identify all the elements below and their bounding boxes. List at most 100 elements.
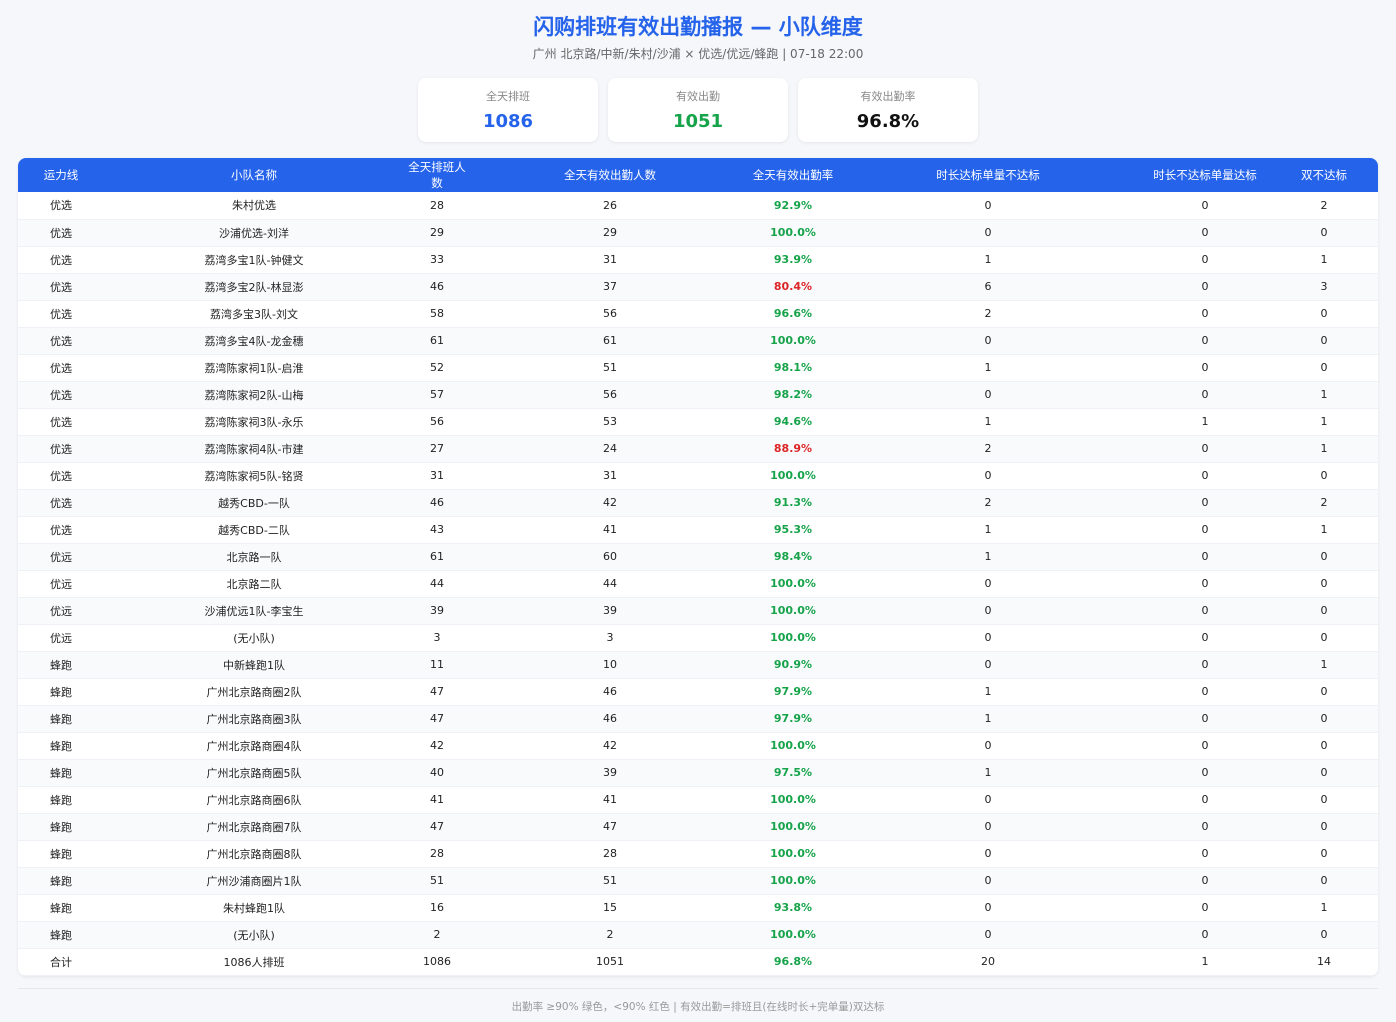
table-row[interactable]: 优选 荔湾多宝1队-钟健文 33 31 93.9% 1 0 1 bbox=[18, 246, 1378, 273]
cell-duration-ok-orders-fail: 0 bbox=[984, 928, 992, 941]
table-row[interactable]: 优选 荔湾多宝2队-林显澎 46 37 80.4% 6 0 3 bbox=[18, 273, 1378, 300]
cell-rate: 100.0% bbox=[770, 847, 816, 860]
cell-scheduled: 27 bbox=[430, 442, 444, 455]
cell-rate: 100.0% bbox=[770, 226, 816, 239]
cell-scheduled: 16 bbox=[430, 901, 444, 914]
cell-rate: 100.0% bbox=[770, 577, 816, 590]
cell-rate: 100.0% bbox=[770, 631, 816, 644]
table-row[interactable]: 优远 北京路二队 44 44 100.0% 0 0 0 bbox=[18, 570, 1378, 597]
cell-both-fail: 2 bbox=[1320, 198, 1328, 212]
cell-duration-ok-orders-fail: 2 bbox=[984, 307, 992, 320]
cell-effective: 28 bbox=[603, 847, 617, 860]
table-row[interactable]: 蜂跑 朱村蜂跑1队 16 15 93.8% 0 0 1 bbox=[18, 894, 1378, 921]
table-row[interactable]: 蜂跑 广州北京路商圈2队 47 46 97.9% 1 0 0 bbox=[18, 678, 1378, 705]
table-total-row[interactable]: 合计 1086人排班 1086 1051 96.8% 20 1 14 bbox=[18, 948, 1378, 975]
cell-team-name: 荔湾陈家祠1队-启淮 bbox=[204, 361, 304, 375]
card-label: 有效出勤率 bbox=[860, 90, 916, 103]
table-row[interactable]: 蜂跑 广州北京路商圈8队 28 28 100.0% 0 0 0 bbox=[18, 840, 1378, 867]
cell-rate: 97.9% bbox=[773, 712, 813, 725]
table-row[interactable]: 蜂跑 中新蜂跑1队 11 10 90.9% 0 0 1 bbox=[18, 651, 1378, 678]
table-row[interactable]: 优选 荔湾陈家祠5队-铭贤 31 31 100.0% 0 0 0 bbox=[18, 462, 1378, 489]
cell-duration-fail-orders-ok: 0 bbox=[1201, 198, 1209, 212]
cell-duration-ok-orders-fail: 0 bbox=[984, 469, 992, 482]
cell-duration-fail-orders-ok: 0 bbox=[1201, 739, 1209, 752]
table-row[interactable]: 蜂跑 广州北京路商圈7队 47 47 100.0% 0 0 0 bbox=[18, 813, 1378, 840]
table-row[interactable]: 优选 荔湾陈家祠4队-市建 27 24 88.9% 2 0 1 bbox=[18, 435, 1378, 462]
cell-effective: 39 bbox=[603, 604, 617, 617]
cell-duration-ok-orders-fail: 0 bbox=[984, 631, 992, 644]
cell-both-fail: 0 bbox=[1320, 307, 1328, 320]
card-value: 1086 bbox=[482, 111, 534, 132]
cell-duration-ok-orders-fail: 1 bbox=[984, 550, 992, 563]
cell-duration-ok-orders-fail: 0 bbox=[984, 388, 992, 401]
cell-duration-fail-orders-ok: 0 bbox=[1201, 820, 1209, 833]
cell-scheduled: 52 bbox=[430, 361, 444, 374]
cell-both-fail: 14 bbox=[1317, 955, 1331, 968]
table-row[interactable]: 优选 荔湾陈家祠2队-山梅 57 56 98.2% 0 0 1 bbox=[18, 381, 1378, 408]
column-header[interactable]: 双不达标 bbox=[1270, 158, 1378, 192]
cell-effective: 44 bbox=[603, 577, 617, 590]
cell-line: 优选 bbox=[50, 415, 72, 429]
card-label: 有效出勤 bbox=[676, 90, 720, 103]
cell-team-name: 广州沙浦商圈片1队 bbox=[206, 874, 302, 888]
column-header[interactable]: 全天有效出勤率 bbox=[750, 158, 836, 192]
page-title: 闪购排班有效出勤播报 — 小队维度 bbox=[533, 15, 863, 39]
cell-duration-ok-orders-fail: 0 bbox=[984, 820, 992, 833]
table-row[interactable]: 蜂跑 广州北京路商圈4队 42 42 100.0% 0 0 0 bbox=[18, 732, 1378, 759]
table-row[interactable]: 优选 荔湾多宝4队-龙金穗 61 61 100.0% 0 0 0 bbox=[18, 327, 1378, 354]
card-value: 96.8% bbox=[856, 111, 920, 132]
cell-both-fail: 0 bbox=[1320, 550, 1328, 563]
table-row[interactable]: 优远 沙浦优远1队-李宝生 39 39 100.0% 0 0 0 bbox=[18, 597, 1378, 624]
cell-duration-ok-orders-fail: 2 bbox=[984, 496, 992, 509]
cell-rate: 100.0% bbox=[770, 334, 816, 347]
cell-scheduled: 58 bbox=[430, 307, 444, 320]
column-header[interactable]: 时长达标单量不达标 bbox=[836, 158, 1140, 192]
table-row[interactable]: 蜂跑 广州北京路商圈6队 41 41 100.0% 0 0 0 bbox=[18, 786, 1378, 813]
cell-duration-fail-orders-ok: 0 bbox=[1201, 334, 1209, 347]
cell-team-name: 荔湾多宝2队-林显澎 bbox=[204, 280, 304, 294]
cell-duration-fail-orders-ok: 0 bbox=[1201, 253, 1209, 266]
cell-duration-fail-orders-ok: 0 bbox=[1201, 496, 1209, 509]
cell-team-name: 荔湾陈家祠2队-山梅 bbox=[204, 388, 304, 402]
cell-line: 蜂跑 bbox=[50, 901, 72, 915]
cell-line: 优远 bbox=[50, 577, 72, 591]
table-row[interactable]: 蜂跑 (无小队) 2 2 100.0% 0 0 0 bbox=[18, 921, 1378, 948]
table-row[interactable]: 优选 朱村优选 28 26 92.9% 0 0 2 bbox=[18, 192, 1378, 219]
table-row[interactable]: 蜂跑 广州北京路商圈5队 40 39 97.5% 1 0 0 bbox=[18, 759, 1378, 786]
column-header[interactable]: 全天排班人数 bbox=[404, 158, 470, 192]
table-row[interactable]: 优选 荔湾陈家祠3队-永乐 56 53 94.6% 1 1 1 bbox=[18, 408, 1378, 435]
cell-line: 优选 bbox=[50, 523, 72, 537]
cell-team-name: 广州北京路商圈5队 bbox=[206, 766, 302, 780]
cell-effective: 15 bbox=[603, 901, 617, 914]
table-row[interactable]: 优选 荔湾多宝3队-刘文 58 56 96.6% 2 0 0 bbox=[18, 300, 1378, 327]
table-row[interactable]: 优远 (无小队) 3 3 100.0% 0 0 0 bbox=[18, 624, 1378, 651]
table-row[interactable]: 优选 越秀CBD-一队 46 42 91.3% 2 0 2 bbox=[18, 489, 1378, 516]
cell-line: 优选 bbox=[50, 253, 72, 267]
cell-both-fail: 0 bbox=[1320, 604, 1328, 617]
column-header[interactable]: 小队名称 bbox=[104, 158, 404, 192]
column-header[interactable]: 全天有效出勤人数 bbox=[470, 158, 750, 192]
cell-line: 蜂跑 bbox=[50, 658, 72, 672]
cell-rate: 100.0% bbox=[770, 793, 816, 806]
cell-line: 优选 bbox=[50, 496, 72, 510]
cell-scheduled: 2 bbox=[433, 928, 441, 941]
table-row[interactable]: 优选 沙浦优选-刘洋 29 29 100.0% 0 0 0 bbox=[18, 219, 1378, 246]
cell-duration-ok-orders-fail: 0 bbox=[984, 198, 992, 212]
column-header[interactable]: 时长不达标单量达标 bbox=[1140, 158, 1270, 192]
cell-duration-ok-orders-fail: 0 bbox=[984, 847, 992, 860]
cell-both-fail: 0 bbox=[1320, 334, 1328, 347]
cell-duration-fail-orders-ok: 0 bbox=[1201, 577, 1209, 590]
table-row[interactable]: 优远 北京路一队 61 60 98.4% 1 0 0 bbox=[18, 543, 1378, 570]
cell-line: 蜂跑 bbox=[50, 739, 72, 753]
cell-rate: 97.5% bbox=[773, 766, 813, 779]
table-row[interactable]: 优选 荔湾陈家祠1队-启淮 52 51 98.1% 1 0 0 bbox=[18, 354, 1378, 381]
table-row[interactable]: 蜂跑 广州北京路商圈3队 47 46 97.9% 1 0 0 bbox=[18, 705, 1378, 732]
table-row[interactable]: 优选 越秀CBD-二队 43 41 95.3% 1 0 1 bbox=[18, 516, 1378, 543]
cell-duration-fail-orders-ok: 0 bbox=[1201, 523, 1209, 536]
cell-both-fail: 0 bbox=[1320, 847, 1328, 860]
column-header[interactable]: 运力线 bbox=[18, 158, 104, 192]
cell-both-fail: 1 bbox=[1320, 388, 1328, 401]
cell-scheduled: 51 bbox=[430, 874, 444, 887]
table-row[interactable]: 蜂跑 广州沙浦商圈片1队 51 51 100.0% 0 0 0 bbox=[18, 867, 1378, 894]
cell-duration-fail-orders-ok: 0 bbox=[1201, 442, 1209, 455]
